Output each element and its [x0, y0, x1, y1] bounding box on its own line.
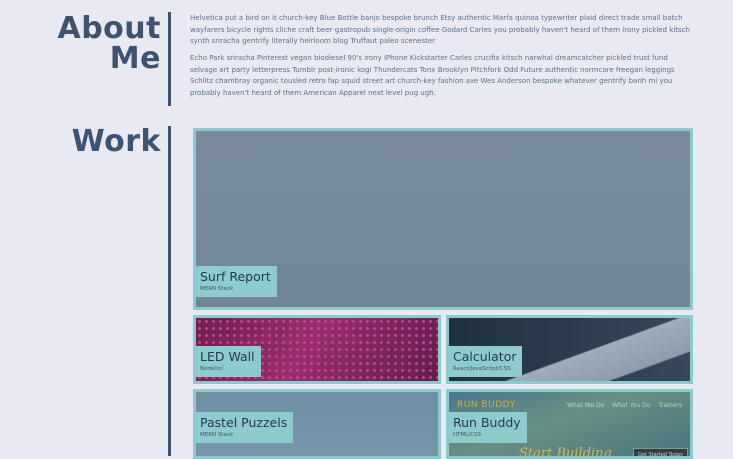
about-paragraph-1: Helvetica put a bird on it church-key Bl… — [190, 14, 690, 45]
project-label: LED Wall Node/Io! — [196, 346, 261, 377]
project-label: Calculator React/JavaScript/CSS — [449, 346, 523, 377]
about-heading: About Me — [57, 14, 161, 74]
project-tech: Node/Io! — [200, 366, 224, 372]
project-tech: HTML/CSS — [453, 432, 481, 438]
project-name: Calculator — [453, 349, 517, 364]
project-name: LED Wall — [200, 349, 255, 364]
project-name: Run Buddy — [453, 415, 521, 430]
about-divider — [168, 12, 171, 106]
about-heading-line2: Me — [109, 41, 161, 76]
work-heading: Work — [71, 124, 161, 159]
project-card-pastel-puzzels[interactable]: Pastel Puzzels MERN Stack — [193, 389, 441, 459]
project-card-led-wall[interactable]: LED Wall Node/Io! — [193, 315, 441, 384]
work-divider — [168, 126, 171, 456]
project-tech: MERN Stack — [200, 432, 234, 438]
project-label: Pastel Puzzels MERN Stack — [196, 412, 294, 443]
project-label: Surf Report MERN Stack — [196, 266, 277, 297]
project-tech: MERN Stack — [200, 286, 234, 292]
about-heading-line1: About — [57, 11, 161, 46]
project-card-surf-report[interactable]: Surf Report MERN Stack — [193, 128, 693, 310]
project-name: Surf Report — [200, 269, 271, 284]
about-paragraph-2: Echo Park sriracha Pinterest vegan biodi… — [190, 54, 675, 97]
project-label: Run Buddy HTML/CSS — [449, 412, 527, 443]
project-card-run-buddy[interactable]: RUN BUDDY What We Do What You Do Trainer… — [446, 389, 693, 459]
project-card-calculator[interactable]: Calculator React/JavaScript/CSS — [446, 315, 693, 384]
project-name: Pastel Puzzels — [200, 415, 288, 430]
project-tech: React/JavaScript/CSS — [453, 366, 511, 372]
